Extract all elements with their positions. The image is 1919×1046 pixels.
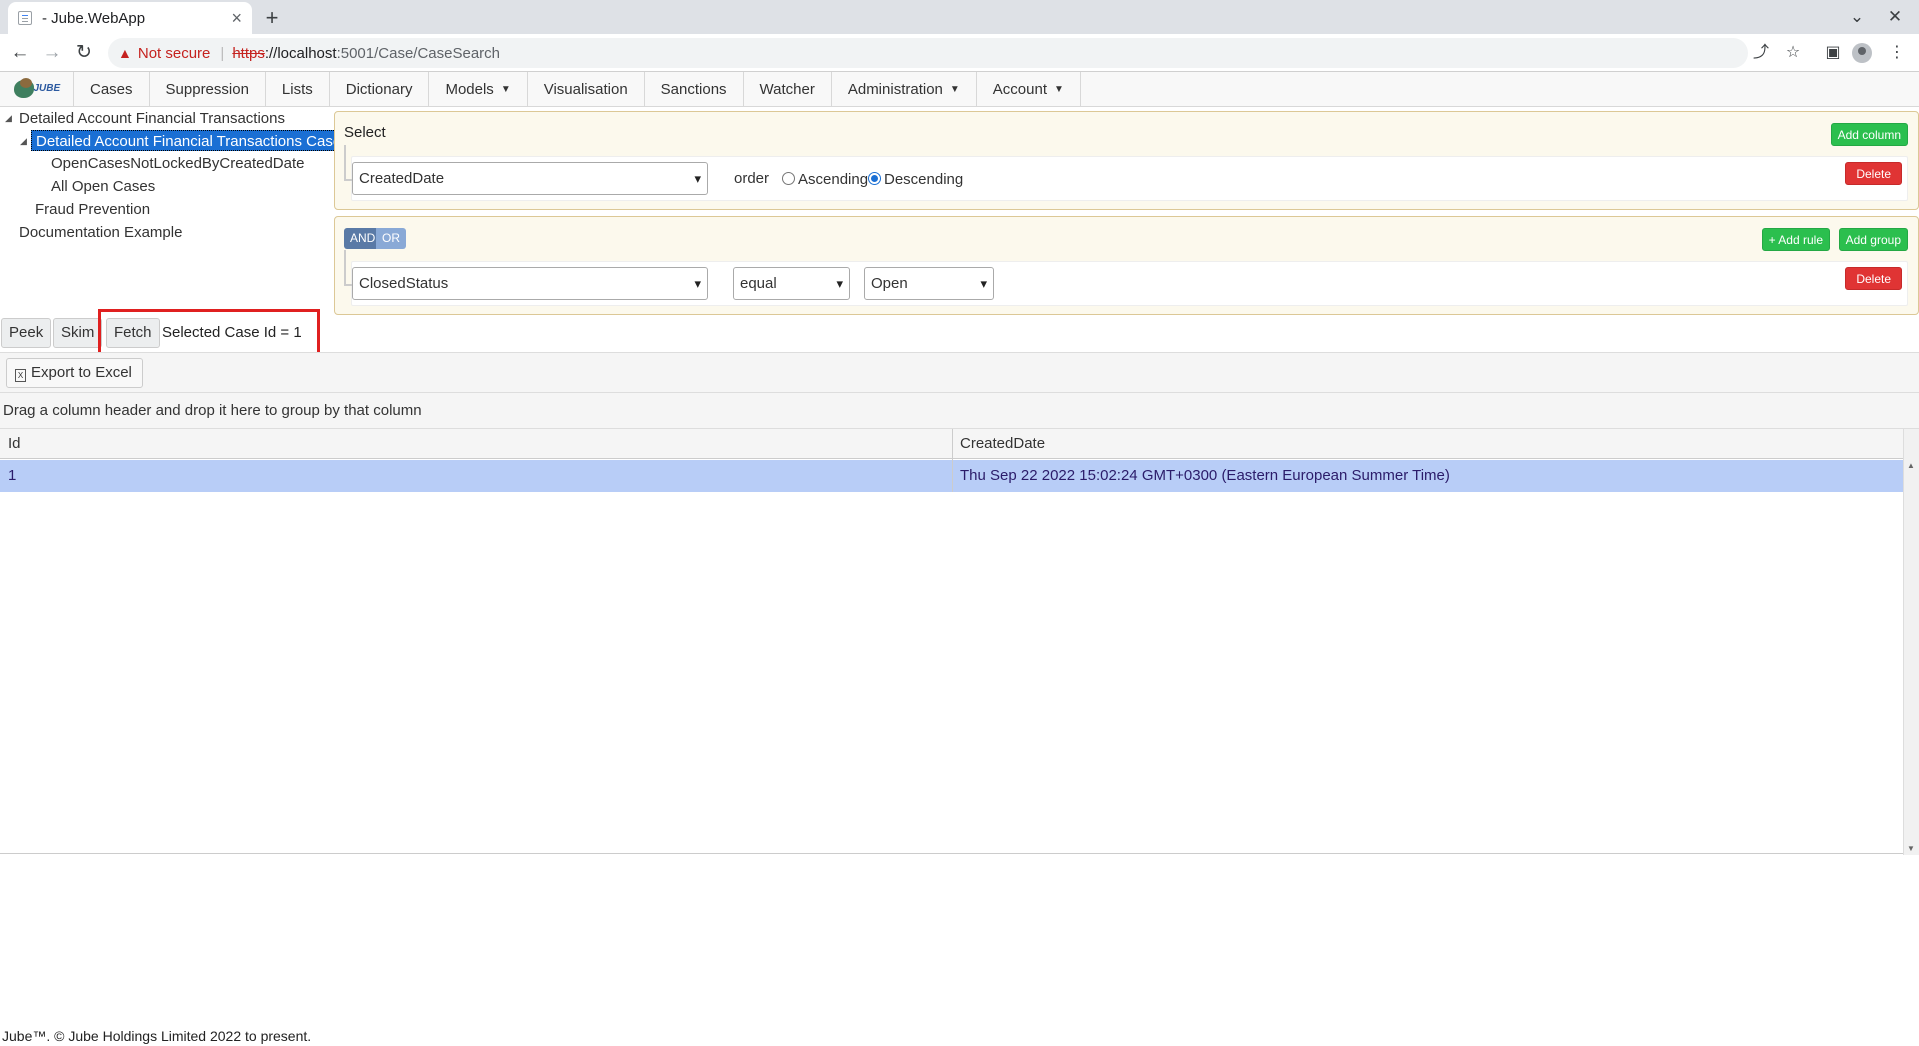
menu-sanctions[interactable]: Sanctions xyxy=(645,72,744,106)
selected-case-label: Selected Case Id = 1 xyxy=(162,324,302,341)
cell-id: 1 xyxy=(8,467,17,484)
delete-rule-button[interactable]: Delete xyxy=(1845,267,1902,290)
collapse-toggle-icon[interactable]: ◢ xyxy=(20,136,27,147)
menu-visualisation[interactable]: Visualisation xyxy=(528,72,645,106)
side-panel-icon[interactable]: ▣ xyxy=(1820,40,1846,66)
menu-cases[interactable]: Cases xyxy=(74,72,150,106)
tree-node-documentation-example[interactable]: Documentation Example xyxy=(19,222,182,243)
column-divider[interactable] xyxy=(952,429,953,492)
menu-label: Dictionary xyxy=(345,80,413,98)
menu-suppression[interactable]: Suppression xyxy=(150,72,266,106)
tab-title: - Jube.WebApp xyxy=(42,9,146,27)
new-tab-icon[interactable]: + xyxy=(258,4,286,32)
browser-menu-icon[interactable]: ⋮ xyxy=(1884,40,1910,66)
export-excel-button[interactable]: X Export to Excel xyxy=(6,358,143,388)
menu-label: Visualisation xyxy=(543,80,628,98)
menu-administration[interactable]: Administration ▼ xyxy=(832,72,977,106)
skim-button[interactable]: Skim xyxy=(53,318,103,348)
caret-down-icon: ▼ xyxy=(949,83,960,95)
rule-builder: AND OR + Add rule Add group ClosedStatus… xyxy=(334,216,1919,315)
tree-node-fraud-prevention[interactable]: Fraud Prevention xyxy=(35,199,150,220)
caret-down-icon: ▼ xyxy=(500,83,511,95)
browser-tab[interactable]: - Jube.WebApp × xyxy=(8,2,252,34)
menu-account[interactable]: Account ▼ xyxy=(977,72,1081,106)
grid-scrollbar[interactable]: ▲ ▼ xyxy=(1903,429,1919,855)
url-host: ://localhost xyxy=(264,44,337,62)
menu-lists[interactable]: Lists xyxy=(266,72,330,106)
app-menubar: JUBE Cases Suppression Lists Dictionary … xyxy=(0,72,1919,107)
grid-toolbar: X Export to Excel xyxy=(0,353,1919,393)
column-header-createddate[interactable]: CreatedDate xyxy=(952,429,1045,459)
ascending-label[interactable]: Ascending xyxy=(798,171,868,188)
menu-models[interactable]: Models ▼ xyxy=(429,72,528,106)
or-condition-button[interactable]: OR xyxy=(376,228,406,249)
excel-file-icon: X xyxy=(15,369,26,382)
menu-label: Watcher xyxy=(759,80,815,98)
share-icon[interactable]: ⤴ xyxy=(1748,40,1774,66)
select-builder: Select Add column CreatedDate order Asce… xyxy=(334,111,1919,210)
filter-rule: ClosedStatus equal Open Delete xyxy=(344,250,1908,306)
menu-dictionary[interactable]: Dictionary xyxy=(330,72,430,106)
select-column-field[interactable]: CreatedDate xyxy=(352,162,708,195)
profile-avatar-icon[interactable] xyxy=(1852,43,1872,63)
not-secure-label[interactable]: Not secure xyxy=(138,45,211,62)
menu-label: Models xyxy=(445,80,494,98)
tree-node-selected[interactable]: Detailed Account Financial Transactions … xyxy=(31,130,354,151)
browser-tabstrip: - Jube.WebApp × + ⌄ ✕ xyxy=(0,0,1919,34)
menu-label: Suppression xyxy=(165,80,249,98)
address-bar: ← → ↻ ▲ Not secure | https://localhost:5… xyxy=(0,34,1919,72)
fetch-button[interactable]: Fetch xyxy=(106,318,160,348)
delete-column-button[interactable]: Delete xyxy=(1845,162,1902,185)
caret-down-icon: ▼ xyxy=(1054,83,1064,95)
url-path: :5001/Case/CaseSearch xyxy=(336,44,500,62)
scroll-down-icon[interactable]: ▼ xyxy=(1907,844,1915,853)
menu-watcher[interactable]: Watcher xyxy=(744,72,832,106)
add-rule-button[interactable]: + Add rule xyxy=(1761,228,1830,251)
url-separator: | xyxy=(220,44,225,62)
rule-operator-select[interactable]: equal xyxy=(733,267,850,300)
logo-text: JUBE xyxy=(33,83,61,94)
menu-label: Cases xyxy=(90,80,133,98)
tree-node-open-cases-not-locked[interactable]: OpenCasesNotLockedByCreatedDate xyxy=(51,153,304,174)
group-drop-panel[interactable]: Drag a column header and drop it here to… xyxy=(0,393,1919,429)
export-label: Export to Excel xyxy=(31,364,132,381)
rule-field-select[interactable]: ClosedStatus xyxy=(352,267,708,300)
column-header-id[interactable]: Id xyxy=(0,429,21,459)
descending-radio[interactable] xyxy=(868,172,881,185)
logo-mark: JUBE xyxy=(13,78,61,100)
scroll-up-icon[interactable]: ▲ xyxy=(1907,461,1915,470)
select-title: Select xyxy=(344,124,386,141)
back-icon[interactable]: ← xyxy=(6,40,34,66)
close-tab-icon[interactable]: × xyxy=(231,8,242,29)
tab-search-icon[interactable]: ⌄ xyxy=(1842,4,1872,30)
tree-node-all-open-cases[interactable]: All Open Cases xyxy=(51,176,155,197)
page-footer: Jube™. © Jube Holdings Limited 2022 to p… xyxy=(2,1028,312,1044)
tree-node-root[interactable]: Detailed Account Financial Transactions xyxy=(19,108,285,129)
ascending-radio[interactable] xyxy=(782,172,795,185)
url-input[interactable]: ▲ Not secure | https://localhost:5001/Ca… xyxy=(108,38,1748,68)
peek-button[interactable]: Peek xyxy=(1,318,52,348)
close-window-icon[interactable]: ✕ xyxy=(1880,4,1910,30)
menu-label: Sanctions xyxy=(660,80,727,98)
select-column-rule: CreatedDate order Ascending Descending D… xyxy=(344,145,1908,201)
menu-label: Lists xyxy=(281,80,313,98)
results-grid: X Export to Excel Drag a column header an… xyxy=(0,352,1919,855)
bookmark-star-icon[interactable]: ☆ xyxy=(1780,40,1806,66)
warning-icon: ▲ xyxy=(118,45,132,61)
rule-value-select[interactable]: Open xyxy=(864,267,994,300)
forward-icon[interactable]: → xyxy=(38,40,66,66)
menu-label: Administration xyxy=(847,80,943,98)
url-scheme: https xyxy=(232,44,265,62)
collapse-toggle-icon[interactable]: ◢ xyxy=(5,113,12,124)
add-group-button[interactable]: Add group xyxy=(1838,228,1908,251)
jube-logo[interactable]: JUBE xyxy=(0,72,74,106)
page-icon xyxy=(18,11,32,25)
descending-label[interactable]: Descending xyxy=(884,171,963,188)
cell-createddate: Thu Sep 22 2022 15:02:24 GMT+0300 (Easte… xyxy=(960,467,1450,484)
order-label: order xyxy=(734,170,770,187)
add-column-button[interactable]: Add column xyxy=(1830,123,1908,146)
reload-icon[interactable]: ↻ xyxy=(70,40,98,66)
case-search-tree: ◢ Detailed Account Financial Transaction… xyxy=(0,108,354,308)
menu-label: Account xyxy=(992,80,1047,98)
